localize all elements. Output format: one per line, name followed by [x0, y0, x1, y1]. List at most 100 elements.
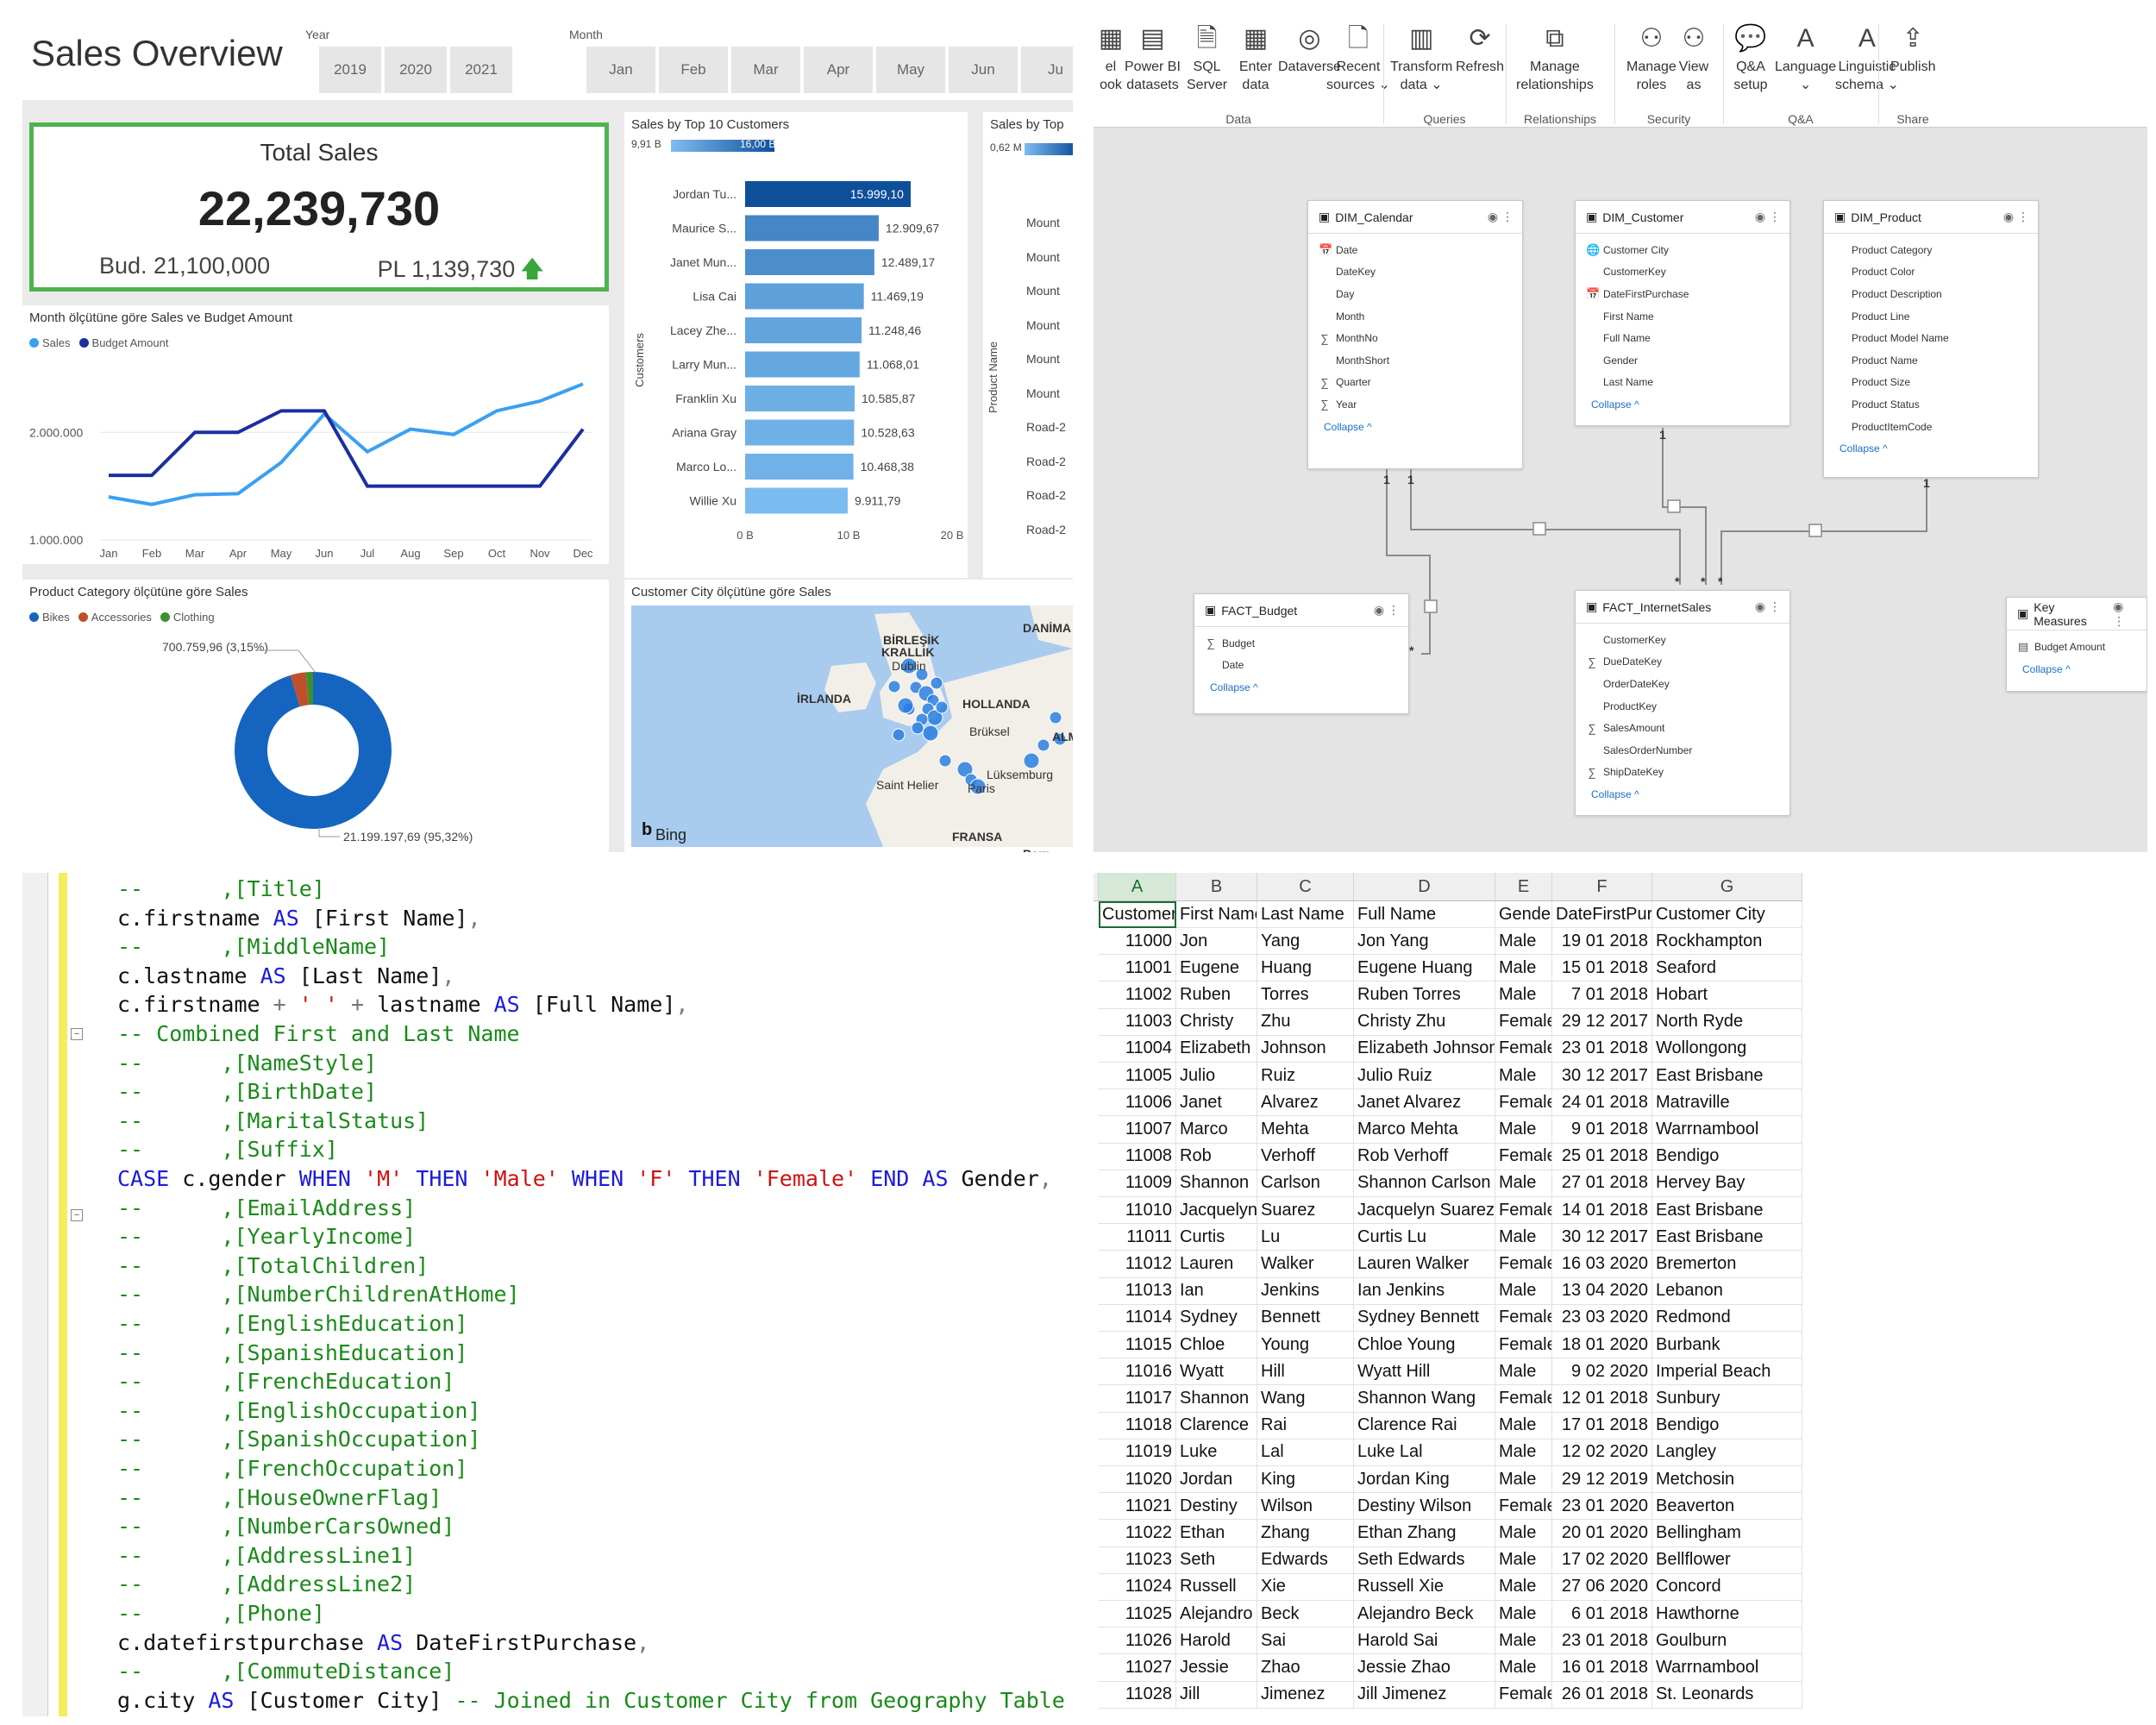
cell[interactable]: 30 12 2017: [1552, 1063, 1652, 1090]
cell[interactable]: Wang: [1257, 1385, 1354, 1413]
cell[interactable]: Wyatt Hill: [1354, 1358, 1495, 1386]
field-row[interactable]: OrderDateKey: [1586, 673, 1789, 695]
field-row[interactable]: Product Description: [1834, 283, 2038, 305]
cell[interactable]: Julio Ruiz: [1354, 1063, 1495, 1090]
month-slicer[interactable]: Jan Feb Mar Apr May Jun Ju: [586, 47, 1073, 93]
cell[interactable]: 11006: [1099, 1089, 1176, 1117]
model-table-key-measures[interactable]: ▣ Key Measures ◉ ⋮ ▤ Budget Amount Collapse ^: [2006, 597, 2147, 692]
month-option[interactable]: Mar: [731, 47, 800, 93]
cell[interactable]: 11012: [1099, 1251, 1176, 1278]
cell[interactable]: Jill: [1176, 1681, 1257, 1709]
map-canvas[interactable]: b: [624, 580, 1073, 852]
spreadsheet[interactable]: ABCDEFGCustomerKeyFirst NameLast NameFul…: [1094, 873, 2147, 1716]
header-cell[interactable]: First Name: [1176, 901, 1257, 929]
cell[interactable]: Jon: [1176, 928, 1257, 956]
header-cell[interactable]: CustomerKey: [1099, 901, 1176, 929]
cell[interactable]: 16 01 2018: [1552, 1654, 1652, 1682]
cell[interactable]: Female: [1495, 1304, 1552, 1332]
cell[interactable]: Ruiz: [1257, 1063, 1354, 1090]
cell[interactable]: 11017: [1099, 1385, 1176, 1413]
cell[interactable]: 20 01 2020: [1552, 1520, 1652, 1547]
cell[interactable]: Jacquelyn: [1176, 1197, 1257, 1225]
cell[interactable]: Metchosin: [1652, 1466, 1802, 1494]
cell[interactable]: 25 01 2018: [1552, 1143, 1652, 1170]
top-customers-panel[interactable]: Sales by Top 10 Customers 9,91 B 16,00 B…: [624, 112, 968, 578]
cell[interactable]: Young: [1257, 1332, 1354, 1359]
cell[interactable]: 11008: [1099, 1143, 1176, 1170]
cell[interactable]: Carlson: [1257, 1170, 1354, 1197]
field-row[interactable]: ∑ ShipDateKey: [1586, 762, 1789, 784]
fold-toggle-icon[interactable]: −: [71, 1209, 83, 1221]
cell[interactable]: Destiny: [1176, 1493, 1257, 1521]
cell[interactable]: King: [1257, 1466, 1354, 1494]
cell[interactable]: Redmond: [1652, 1304, 1802, 1332]
cell[interactable]: North Ryde: [1652, 1008, 1802, 1036]
cell[interactable]: Christy: [1176, 1008, 1257, 1036]
field-row[interactable]: Last Name: [1586, 372, 1789, 394]
eye-icon[interactable]: ◉ ⋮: [1488, 210, 1514, 224]
cell[interactable]: Female: [1495, 1681, 1552, 1709]
field-row[interactable]: DateKey: [1319, 261, 1522, 284]
cell[interactable]: Janet: [1176, 1089, 1257, 1117]
cell[interactable]: 11007: [1099, 1116, 1176, 1144]
cell[interactable]: Male: [1495, 1224, 1552, 1251]
cell[interactable]: Beaverton: [1652, 1493, 1802, 1521]
cell[interactable]: Hobart: [1652, 982, 1802, 1009]
cell[interactable]: Zhao: [1257, 1654, 1354, 1682]
field-row[interactable]: 📅 Date: [1319, 239, 1522, 261]
cell[interactable]: 12 01 2018: [1552, 1385, 1652, 1413]
cell[interactable]: 9 01 2018: [1552, 1116, 1652, 1144]
cell[interactable]: Seaford: [1652, 955, 1802, 982]
cell[interactable]: Chloe Young: [1354, 1332, 1495, 1359]
cell[interactable]: 12 02 2020: [1552, 1439, 1652, 1466]
cell[interactable]: Jordan: [1176, 1466, 1257, 1494]
cell[interactable]: 17 02 2020: [1552, 1546, 1652, 1574]
cell[interactable]: Huang: [1257, 955, 1354, 982]
collapse-link[interactable]: Collapse ^: [1576, 393, 1789, 411]
field-row[interactable]: 📅 DateFirstPurchase: [1586, 283, 1789, 305]
cell[interactable]: Jessie Zhao: [1354, 1654, 1495, 1682]
cell[interactable]: St. Leonards: [1652, 1681, 1802, 1709]
field-row[interactable]: Product Model Name: [1834, 327, 2038, 349]
collapse-link[interactable]: Collapse ^: [1576, 783, 1789, 800]
cell[interactable]: Bendigo: [1652, 1412, 1802, 1440]
cell[interactable]: Julio: [1176, 1063, 1257, 1090]
column-header-e[interactable]: E: [1495, 873, 1552, 901]
model-table-fact_budget[interactable]: ▣ FACT_Budget ◉ ⋮ ∑ Budget Date Collapse ^: [1194, 593, 1409, 714]
cell[interactable]: Eugene Huang: [1354, 955, 1495, 982]
field-row[interactable]: Product Line: [1834, 305, 2038, 328]
cell[interactable]: 26 01 2018: [1552, 1681, 1652, 1709]
cell[interactable]: Walker: [1257, 1251, 1354, 1278]
cell[interactable]: Female: [1495, 1143, 1552, 1170]
eye-icon[interactable]: ◉ ⋮: [2003, 210, 2029, 224]
cell[interactable]: Ethan: [1176, 1520, 1257, 1547]
cell[interactable]: Female: [1495, 1251, 1552, 1278]
cell[interactable]: 7 01 2018: [1552, 982, 1652, 1009]
cell[interactable]: Langley: [1652, 1439, 1802, 1466]
cell[interactable]: Beck: [1257, 1601, 1354, 1628]
cell[interactable]: Christy Zhu: [1354, 1008, 1495, 1036]
cell[interactable]: Mehta: [1257, 1116, 1354, 1144]
donut-chart-panel[interactable]: Product Category ölçütüne göre Sales Bik…: [22, 580, 609, 852]
cell[interactable]: Lauren Walker: [1354, 1251, 1495, 1278]
month-option[interactable]: Jan: [586, 47, 655, 93]
eye-icon[interactable]: ◉ ⋮: [1755, 599, 1781, 614]
field-row[interactable]: Product Color: [1834, 261, 2038, 284]
field-row[interactable]: ∑ Year: [1319, 393, 1522, 416]
cell[interactable]: Destiny Wilson: [1354, 1493, 1495, 1521]
cell[interactable]: 11003: [1099, 1008, 1176, 1036]
cell[interactable]: Lebanon: [1652, 1277, 1802, 1305]
field-row[interactable]: Day: [1319, 283, 1522, 305]
cell[interactable]: 6 01 2018: [1552, 1601, 1652, 1628]
year-option[interactable]: 2019: [319, 47, 381, 93]
cell[interactable]: 13 04 2020: [1552, 1277, 1652, 1305]
cell[interactable]: Ian: [1176, 1277, 1257, 1305]
month-option[interactable]: Apr: [804, 47, 873, 93]
cell[interactable]: Shannon: [1176, 1385, 1257, 1413]
cell[interactable]: Lu: [1257, 1224, 1354, 1251]
field-row[interactable]: ∑ SalesAmount: [1586, 717, 1789, 739]
cell[interactable]: 11025: [1099, 1601, 1176, 1628]
cell[interactable]: Rai: [1257, 1412, 1354, 1440]
cell[interactable]: 23 01 2020: [1552, 1493, 1652, 1521]
cell[interactable]: Russell Xie: [1354, 1573, 1495, 1601]
